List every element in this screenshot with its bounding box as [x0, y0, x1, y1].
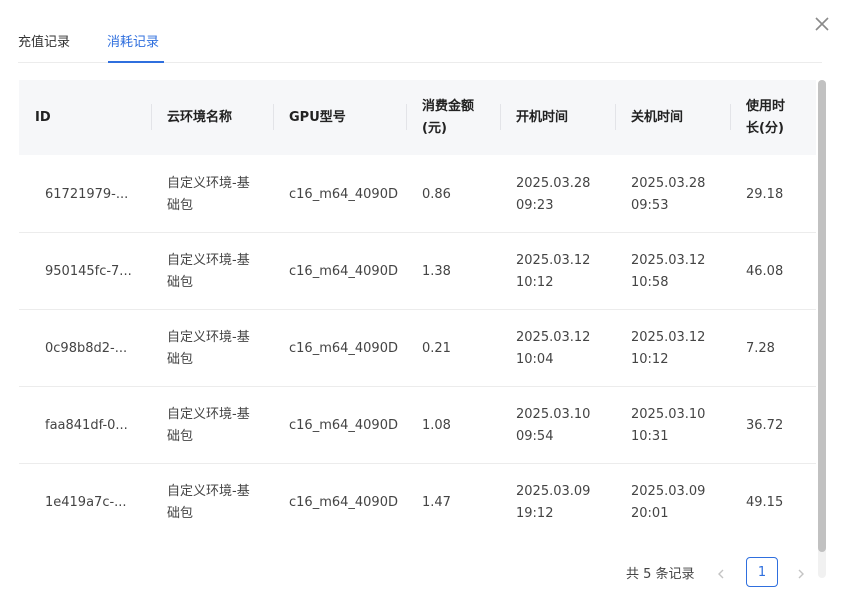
cell-gpu: c16_m64_4090D — [289, 494, 398, 510]
pagination-next-button[interactable] — [794, 566, 808, 580]
cell-id: 61721979-... — [45, 186, 129, 202]
table-header: ID 云环境名称 GPU型号 消费金额 (元) 开机时间 关机时间 使用时 长(… — [19, 80, 816, 155]
pagination-total: 共 5 条记录 — [626, 567, 695, 582]
cell-start-time: 2025.03.28 09:23 — [516, 175, 591, 213]
column-separator — [151, 104, 152, 130]
active-tab-indicator — [108, 61, 164, 63]
cell-duration: 7.28 — [746, 340, 775, 356]
column-separator — [406, 104, 407, 130]
tab-consumption-records[interactable]: 消耗记录 — [107, 31, 159, 50]
table-row: 61721979-... 自定义环境-基 础包 c16_m64_4090D 0.8… — [19, 156, 816, 233]
table-row: 0c98b8d2-... 自定义环境-基 础包 c16_m64_4090D 0.2… — [19, 310, 816, 387]
table-row: 950145fc-7... 自定义环境-基 础包 c16_m64_4090D 1.… — [19, 233, 816, 310]
table-row: 1e419a7c-... 自定义环境-基 础包 c16_m64_4090D 1.4… — [19, 464, 816, 540]
cell-stop-time: 2025.03.12 10:58 — [631, 252, 706, 290]
column-separator — [730, 104, 731, 130]
cell-stop-time: 2025.03.09 20:01 — [631, 483, 706, 521]
cell-cost: 1.38 — [422, 263, 451, 279]
table-row: faa841df-0... 自定义环境-基 础包 c16_m64_4090D 1.… — [19, 387, 816, 464]
cell-cost: 1.47 — [422, 494, 451, 510]
consumption-table: ID 云环境名称 GPU型号 消费金额 (元) 开机时间 关机时间 使用时 长(… — [19, 80, 816, 540]
tab-bar: 充值记录 消耗记录 — [18, 0, 822, 63]
cell-start-time: 2025.03.10 09:54 — [516, 406, 591, 444]
cell-env-name: 自定义环境-基 础包 — [167, 329, 250, 367]
consumption-records-dialog: 充值记录 消耗记录 ID 云环境名称 GPU型号 消费金额 (元) 开机时间 关… — [0, 0, 851, 608]
cell-start-time: 2025.03.12 10:12 — [516, 252, 591, 290]
cell-gpu: c16_m64_4090D — [289, 263, 398, 279]
scrollbar-thumb[interactable] — [818, 80, 826, 552]
cell-env-name: 自定义环境-基 础包 — [167, 175, 250, 213]
cell-duration: 29.18 — [746, 186, 784, 202]
cell-env-name: 自定义环境-基 础包 — [167, 483, 250, 521]
cell-cost: 0.21 — [422, 340, 451, 356]
cell-id: 1e419a7c-... — [45, 494, 127, 510]
cell-env-name: 自定义环境-基 础包 — [167, 406, 250, 444]
cell-gpu: c16_m64_4090D — [289, 417, 398, 433]
tab-recharge-records[interactable]: 充值记录 — [18, 31, 70, 50]
cell-start-time: 2025.03.09 19:12 — [516, 483, 591, 521]
cell-cost: 1.08 — [422, 417, 451, 433]
cell-stop-time: 2025.03.10 10:31 — [631, 406, 706, 444]
cell-id: 950145fc-7... — [45, 263, 132, 279]
cell-id: 0c98b8d2-... — [45, 340, 128, 356]
cell-stop-time: 2025.03.12 10:12 — [631, 329, 706, 367]
column-header-duration: 使用时 长(分) — [730, 80, 816, 155]
cell-id: faa841df-0... — [45, 417, 128, 433]
pagination-prev-button[interactable] — [714, 566, 728, 580]
column-separator — [615, 104, 616, 130]
cell-env-name: 自定义环境-基 础包 — [167, 252, 250, 290]
cell-duration: 36.72 — [746, 417, 784, 433]
chevron-right-icon — [798, 569, 804, 579]
column-header-start-time: 开机时间 — [500, 80, 615, 155]
column-header-id: ID — [35, 109, 51, 125]
cell-start-time: 2025.03.12 10:04 — [516, 329, 591, 367]
cell-duration: 46.08 — [746, 263, 784, 279]
cell-gpu: c16_m64_4090D — [289, 340, 398, 356]
cell-cost: 0.86 — [422, 186, 451, 202]
column-separator — [500, 104, 501, 130]
column-header-cost: 消费金额 (元) — [406, 80, 500, 155]
cell-duration: 49.15 — [746, 494, 784, 510]
cell-stop-time: 2025.03.28 09:53 — [631, 175, 706, 213]
chevron-left-icon — [718, 569, 724, 579]
pagination-page-button[interactable]: 1 — [746, 557, 778, 587]
column-header-gpu: GPU型号 — [273, 80, 406, 155]
cell-gpu: c16_m64_4090D — [289, 186, 398, 202]
column-header-env-name: 云环境名称 — [151, 80, 273, 155]
column-header-stop-time: 关机时间 — [615, 80, 730, 155]
column-separator — [273, 104, 274, 130]
